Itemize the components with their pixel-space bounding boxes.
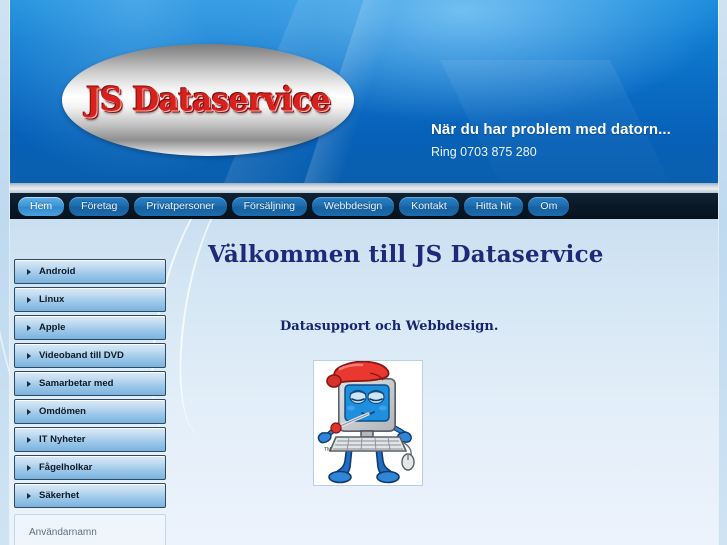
sidebar-item-apple[interactable]: Apple (14, 315, 166, 340)
chevron-right-icon (27, 268, 31, 275)
slogan-text: När du har problem med datorn... (431, 121, 671, 138)
nav-item-foretag[interactable]: Företag (69, 196, 130, 216)
main-column: Välkommen till JS Dataservice Datasuppor… (176, 219, 718, 545)
nav-item-hem[interactable]: Hem (18, 196, 65, 216)
sidebar-item-fagelholkar[interactable]: Fågelholkar (14, 455, 166, 480)
sidebar-item-label: IT Nyheter (39, 434, 86, 445)
username-field-label[interactable]: Användarnamn (29, 527, 165, 538)
sidebar-item-sakerhet[interactable]: Säkerhet (14, 483, 166, 508)
page-container: JS Dataservice När du har problem med da… (10, 0, 718, 545)
sidebar-item-label: Apple (39, 322, 66, 333)
trademark-mark: TM (324, 447, 332, 453)
sidebar-item-label: Fågelholkar (39, 462, 93, 473)
sidebar-item-label: Linux (39, 294, 65, 305)
content-area: Ändra textstorlek här +A A -A Android Li… (10, 219, 718, 545)
nav-item-hitta-hit[interactable]: Hitta hit (463, 196, 524, 216)
sidebar-item-it-nyheter[interactable]: IT Nyheter (14, 427, 166, 452)
phone-text: Ring 0703 875 280 (431, 145, 537, 159)
page-title: Välkommen till JS Dataservice (208, 241, 604, 268)
sidebar-item-linux[interactable]: Linux (14, 287, 166, 312)
chevron-right-icon (27, 324, 31, 331)
site-banner: JS Dataservice När du har problem med da… (10, 0, 718, 183)
sidebar-item-label: Omdömen (39, 406, 86, 417)
sidebar-item-android[interactable]: Android (14, 259, 166, 284)
chevron-right-icon (27, 296, 31, 303)
nav-item-om[interactable]: Om (528, 196, 570, 216)
chevron-right-icon (27, 492, 31, 499)
sidebar-item-label: Säkerhet (39, 490, 80, 501)
sidebar-item-samarbetar-med[interactable]: Samarbetar med (14, 371, 166, 396)
site-logo-text: JS Dataservice (85, 81, 331, 119)
nav-item-privatpersoner[interactable]: Privatpersoner (134, 196, 227, 216)
chevron-right-icon (27, 436, 31, 443)
chevron-right-icon (27, 464, 31, 471)
sidebar-item-omdomen[interactable]: Omdömen (14, 399, 166, 424)
sidebar-item-label: Videoband till DVD (39, 350, 124, 361)
chevron-right-icon (27, 352, 31, 359)
mascot-image: TM (313, 360, 423, 486)
site-logo[interactable]: JS Dataservice (62, 44, 354, 156)
main-navigation: Hem Företag Privatpersoner Försäljning W… (10, 193, 718, 219)
nav-item-kontakt[interactable]: Kontakt (399, 196, 459, 216)
chevron-right-icon (27, 408, 31, 415)
page-subtitle: Datasupport och Webbdesign. (280, 319, 499, 334)
nav-item-forsaljning[interactable]: Försäljning (231, 196, 307, 216)
nav-item-webbdesign[interactable]: Webbdesign (312, 196, 395, 216)
banner-bevel-divider (10, 183, 718, 193)
login-panel: Användarnamn (14, 514, 166, 545)
sidebar-menu: Android Linux Apple Videoband till DVD S… (14, 259, 166, 545)
banner-slogan: När du har problem med datorn... Ring 07… (431, 121, 671, 159)
sidebar-item-videoband-till-dvd[interactable]: Videoband till DVD (14, 343, 166, 368)
sidebar-item-label: Samarbetar med (39, 378, 114, 389)
chevron-right-icon (27, 380, 31, 387)
sidebar-item-label: Android (39, 266, 76, 277)
